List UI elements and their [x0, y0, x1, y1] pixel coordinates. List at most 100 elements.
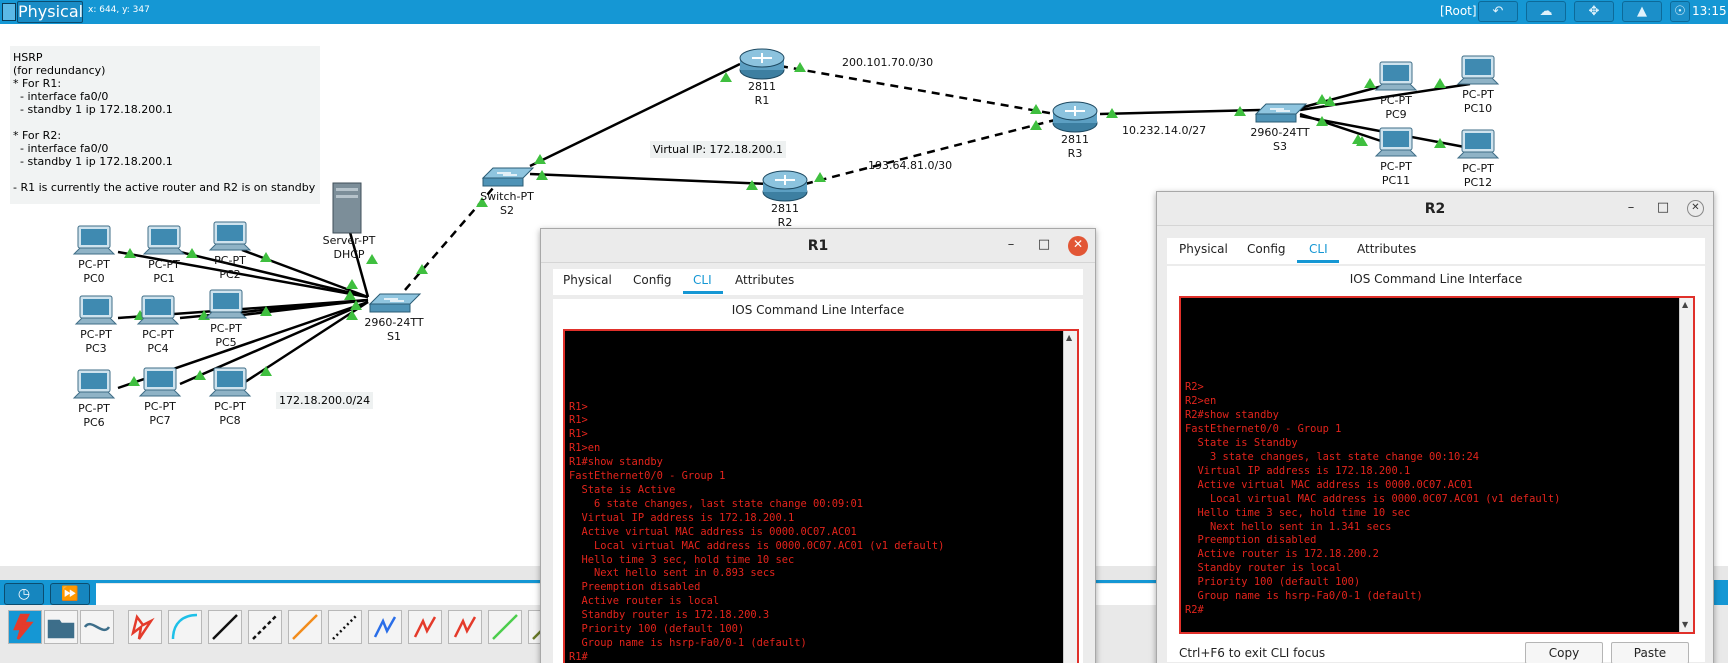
pc-9-name: PC9	[1385, 108, 1406, 121]
pc-4-model: PC-PT	[142, 328, 174, 341]
r1-titlebar[interactable]: R1 – □ ✕	[541, 229, 1095, 263]
pc-9[interactable]: PC-PTPC9	[1374, 61, 1418, 121]
tab-attributes[interactable]: Attributes	[735, 273, 794, 287]
r1-cli-console[interactable]: R1> R1> R1> R1>en R1#show standby FastEt…	[563, 329, 1079, 663]
close-icon[interactable]: ✕	[1687, 200, 1704, 217]
pc-1[interactable]: PC-PTPC1	[142, 225, 186, 285]
cursor-coordinates: x: 644, y: 347	[88, 5, 150, 15]
cloud-icon[interactable]: ☁	[1526, 1, 1566, 22]
switch-s2-model: Switch-PT	[480, 190, 534, 203]
router-r2-model: 2811	[771, 202, 799, 215]
clock-icon[interactable]: ◷	[4, 583, 44, 605]
r1-console-output: R1> R1> R1> R1>en R1#show standby FastEt…	[569, 400, 945, 663]
pc-2-model: PC-PT	[214, 254, 246, 267]
virtual-ip-label[interactable]: Virtual IP: 172.18.200.1	[650, 141, 786, 158]
pc-12[interactable]: PC-PTPC12	[1456, 129, 1500, 189]
pc-6[interactable]: PC-PTPC6	[72, 369, 116, 429]
crossover-icon[interactable]	[248, 610, 282, 644]
r2-titlebar[interactable]: R2 – □ ✕	[1157, 192, 1713, 226]
landscape-icon[interactable]: ▲	[1622, 1, 1662, 22]
network-icon[interactable]: ☉	[1670, 1, 1690, 22]
clock: 13:15	[1692, 4, 1727, 18]
tab-config[interactable]: Config	[1247, 242, 1286, 256]
hsrp-note[interactable]: HSRP (for redundancy) * For R1: - interf…	[10, 46, 320, 204]
r2-device-window: R2 – □ ✕ Physical Config CLI Attributes …	[1156, 191, 1714, 663]
switch-s1[interactable]: 2960-24TTS1	[364, 293, 424, 343]
pc-6-model: PC-PT	[78, 402, 110, 415]
move-icon[interactable]: ✥	[1574, 1, 1614, 22]
maximize-icon[interactable]: □	[1655, 201, 1671, 217]
list-icon[interactable]	[2, 3, 16, 21]
lan-subnet-label[interactable]: 172.18.200.0/24	[276, 392, 374, 409]
folder-icon[interactable]	[44, 610, 78, 644]
switch-s3-name: S3	[1273, 140, 1287, 153]
server-dhcp[interactable]: Server-PT DHCP	[323, 182, 376, 261]
pc-7-name: PC7	[149, 414, 170, 427]
straight-through-icon[interactable]	[208, 610, 242, 644]
pc-0-name: PC0	[83, 272, 104, 285]
pc-8-name: PC8	[219, 414, 240, 427]
close-icon[interactable]: ✕	[1068, 236, 1088, 256]
router-r2[interactable]: 2811R2	[762, 170, 808, 229]
lightning-icon[interactable]	[8, 610, 42, 644]
tab-physical[interactable]: Physical	[1179, 242, 1228, 256]
undo-icon[interactable]: ↶	[1478, 1, 1518, 22]
pc-3[interactable]: PC-PTPC3	[74, 295, 118, 355]
r1-cli-pane: IOS Command Line Interface R1> R1> R1> R…	[553, 299, 1083, 663]
tab-cli[interactable]: CLI	[693, 273, 712, 287]
router-r1-name: R1	[755, 94, 770, 107]
tab-config[interactable]: Config	[633, 273, 672, 287]
router-r3-model: 2811	[1061, 133, 1089, 146]
cli-focus-hint: Ctrl+F6 to exit CLI focus	[1179, 646, 1326, 660]
fiber-icon[interactable]	[288, 610, 322, 644]
switch-s2[interactable]: Switch-PTS2	[480, 167, 535, 217]
tab-physical[interactable]: Physical	[563, 273, 612, 287]
serial-dce-icon[interactable]	[408, 610, 442, 644]
pc-5-model: PC-PT	[210, 322, 242, 335]
switch-s3[interactable]: 2960-24TTS3	[1250, 103, 1310, 153]
tab-cli[interactable]: CLI	[1309, 242, 1328, 256]
server-name-label: DHCP	[333, 248, 364, 261]
root-breadcrumb[interactable]: [Root]	[1440, 4, 1477, 18]
r2-console-scrollbar[interactable]: ▲ ▼	[1679, 298, 1693, 632]
fast-forward-icon[interactable]: ⏩	[50, 583, 90, 605]
router-r1[interactable]: 2811R1	[739, 48, 785, 107]
cable-icon[interactable]	[80, 610, 114, 644]
pc-0[interactable]: PC-PTPC0	[72, 225, 116, 285]
net-label-r2-r3: 193.64.81.0/30	[868, 159, 952, 172]
packet-tracer-workspace: Physical x: 644, y: 347 [Root] ↶ ☁ ✥ ▲ ☉…	[0, 0, 1728, 663]
pc-5[interactable]: PC-PTPC5	[204, 289, 248, 349]
pc-7[interactable]: PC-PTPC7	[138, 367, 182, 427]
paste-button[interactable]: Paste	[1611, 642, 1689, 663]
octal-icon[interactable]	[488, 610, 522, 644]
pc-12-name: PC12	[1464, 176, 1492, 189]
auto-connect-icon[interactable]	[128, 610, 162, 644]
router-r3[interactable]: 2811R3	[1052, 101, 1098, 160]
pc-11-name: PC11	[1382, 174, 1410, 187]
pc-3-model: PC-PT	[80, 328, 112, 341]
copy-button[interactable]: Copy	[1525, 642, 1603, 663]
tab-attributes[interactable]: Attributes	[1357, 242, 1416, 256]
serial-dte-icon[interactable]	[448, 610, 482, 644]
pc-8[interactable]: PC-PTPC8	[208, 367, 252, 427]
r1-console-scrollbar[interactable]: ▲	[1063, 331, 1077, 663]
coaxial-icon[interactable]	[368, 610, 402, 644]
pc-11[interactable]: PC-PTPC11	[1374, 127, 1418, 187]
pc-4[interactable]: PC-PTPC4	[136, 295, 180, 355]
r1-pane-title: IOS Command Line Interface	[731, 303, 905, 317]
pc-10-name: PC10	[1464, 102, 1492, 115]
pc-1-model: PC-PT	[148, 258, 180, 271]
top-bar: Physical x: 644, y: 347 [Root] ↶ ☁ ✥ ▲ ☉…	[0, 0, 1728, 24]
r2-cli-console[interactable]: R2> R2>en R2#show standby FastEthernet0/…	[1179, 296, 1695, 634]
maximize-icon[interactable]: □	[1036, 238, 1052, 254]
console-cable-icon[interactable]	[168, 610, 202, 644]
pc-8-model: PC-PT	[214, 400, 246, 413]
phone-icon[interactable]	[328, 610, 362, 644]
physical-mode-button[interactable]: Physical	[17, 1, 83, 23]
router-r3-name: R3	[1068, 147, 1083, 160]
minimize-icon[interactable]: –	[1003, 238, 1019, 254]
server-model-label: Server-PT	[323, 234, 376, 247]
pc-6-name: PC6	[83, 416, 104, 429]
routers: 2811R12811R22811R3	[739, 48, 1098, 229]
minimize-icon[interactable]: –	[1623, 201, 1639, 217]
